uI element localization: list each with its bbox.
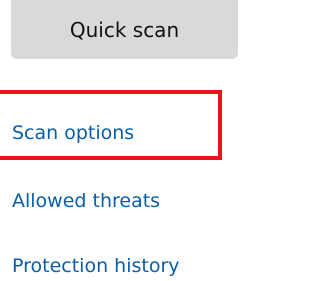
protection-history-link[interactable]: Protection history xyxy=(12,257,180,276)
quick-scan-button[interactable]: Quick scan xyxy=(11,0,238,59)
allowed-threats-link[interactable]: Allowed threats xyxy=(12,192,160,211)
scan-options-link[interactable]: Scan options xyxy=(12,124,134,143)
scan-panel: Quick scan Scan options Allowed threats … xyxy=(0,0,244,281)
